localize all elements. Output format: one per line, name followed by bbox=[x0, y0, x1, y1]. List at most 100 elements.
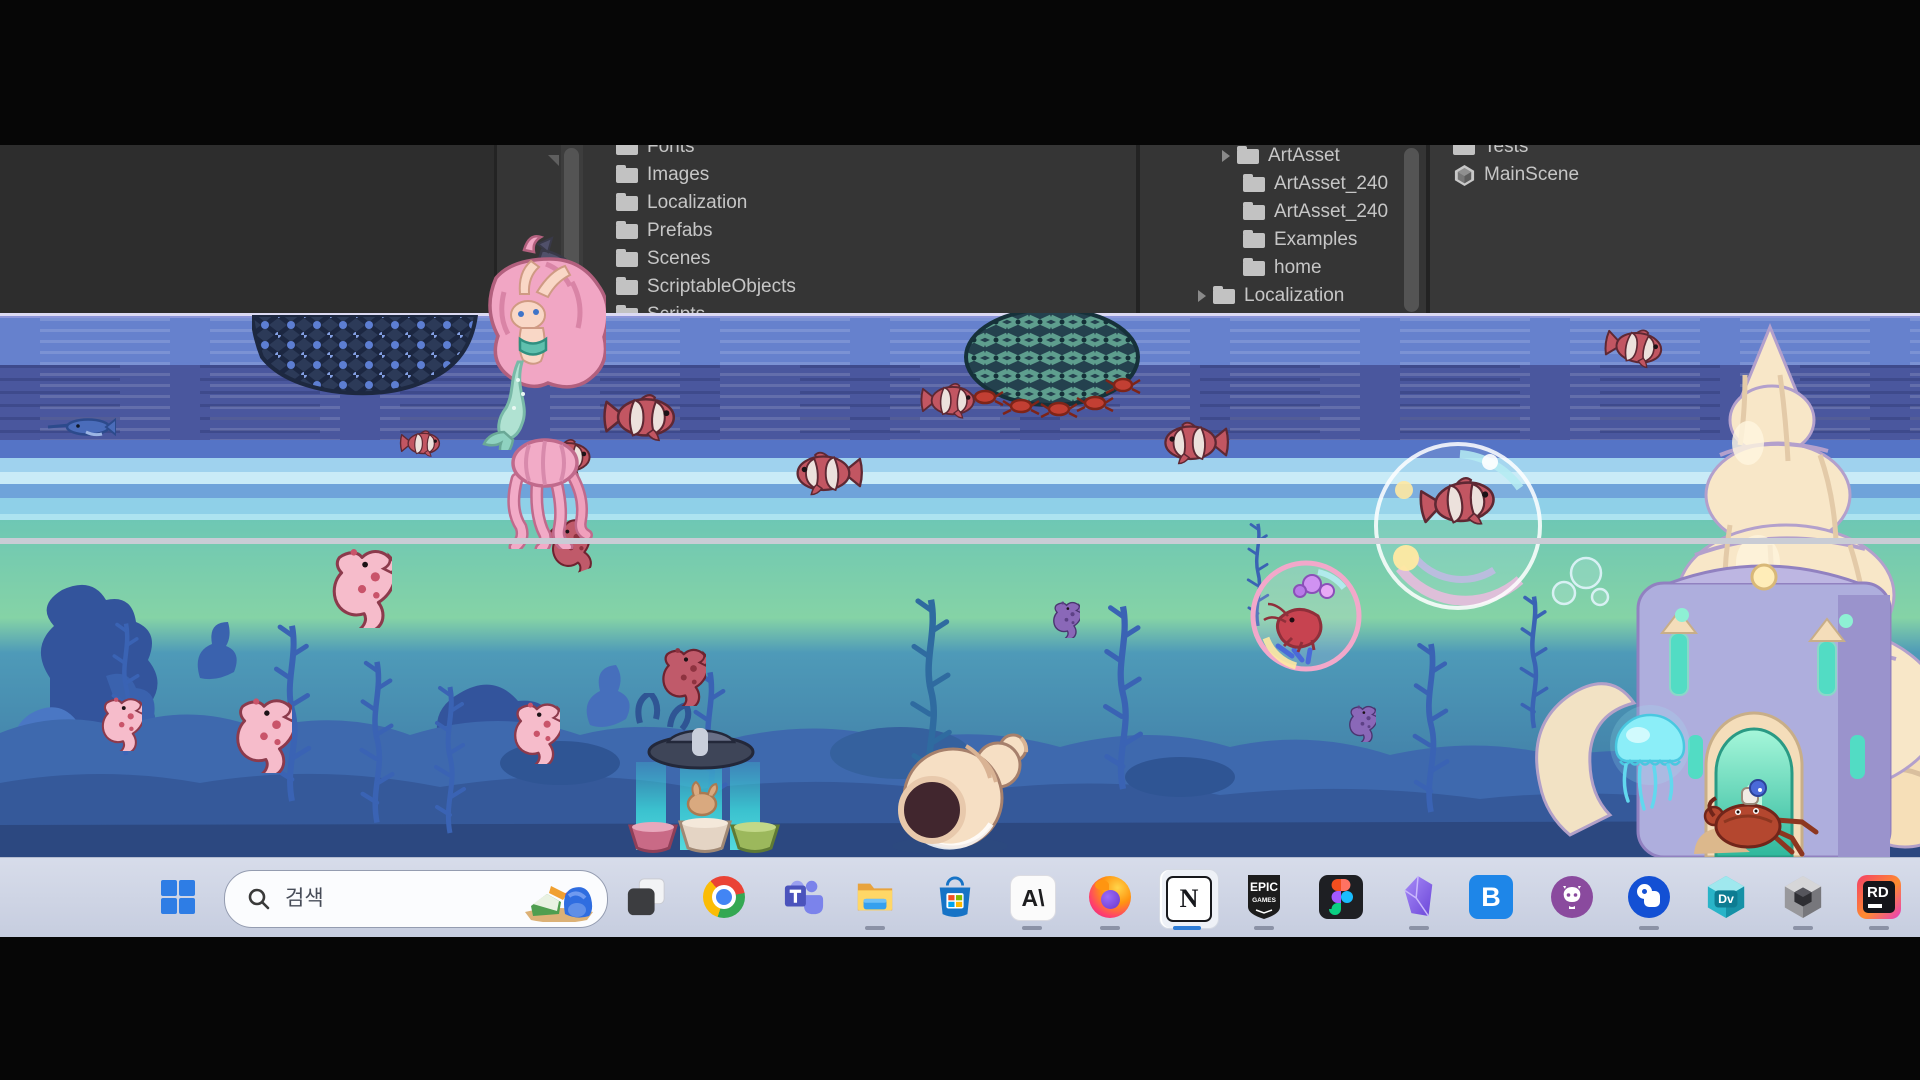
rider-icon: RD bbox=[1863, 881, 1895, 913]
folder-row-prefabs[interactable]: Prefabs bbox=[616, 217, 712, 245]
rider-button[interactable]: RD bbox=[1857, 875, 1901, 919]
chrome-button[interactable] bbox=[702, 875, 746, 919]
tree-label: Examples bbox=[1274, 229, 1357, 251]
task-view-icon bbox=[625, 876, 667, 918]
shell-castle[interactable] bbox=[1520, 315, 1920, 857]
blue-woven-basket[interactable] bbox=[252, 315, 482, 407]
folder-label: Localization bbox=[647, 192, 747, 214]
folder-icon bbox=[1243, 177, 1265, 192]
beam-lamp[interactable] bbox=[628, 726, 780, 857]
clownfish[interactable] bbox=[790, 448, 866, 497]
microsoft-store-button[interactable] bbox=[933, 875, 977, 919]
task-view-button[interactable] bbox=[624, 875, 668, 919]
pink-seahorse[interactable] bbox=[512, 694, 560, 764]
tree-row-examples[interactable]: Examples bbox=[1243, 226, 1357, 254]
pink-seahorse[interactable] bbox=[234, 688, 292, 773]
folder-row-images[interactable]: Images bbox=[616, 161, 709, 189]
folder-icon bbox=[1237, 149, 1259, 164]
tree-row-artasset240-1[interactable]: ArtAsset_240 bbox=[1243, 170, 1388, 198]
folder-icon bbox=[616, 168, 638, 183]
jellyfish[interactable] bbox=[1608, 705, 1692, 815]
tree-label: Localization bbox=[1244, 285, 1344, 307]
q-pin-icon bbox=[1628, 876, 1670, 918]
running-indicator-qpin bbox=[1639, 926, 1659, 930]
bubble-with-shrimp[interactable] bbox=[1248, 558, 1364, 674]
bing-daily-icon[interactable] bbox=[521, 876, 597, 922]
kelp bbox=[1408, 585, 1454, 855]
pink-seahorse[interactable] bbox=[330, 538, 392, 628]
kelp bbox=[430, 648, 470, 857]
running-indicator-unity bbox=[1793, 926, 1813, 930]
folder-row-scriptableobjects[interactable]: ScriptableObjects bbox=[616, 273, 796, 301]
unity-editor-window: Fonts Images Localization Prefabs Scenes… bbox=[0, 145, 1920, 317]
letterbox-bar-top bbox=[0, 0, 1920, 145]
epic-games-button[interactable]: EPIC GAMES bbox=[1242, 875, 1286, 919]
q-pin-app-button[interactable] bbox=[1627, 875, 1671, 919]
obsidian-icon bbox=[1400, 875, 1438, 919]
swordfish[interactable] bbox=[46, 414, 116, 440]
folder-icon bbox=[616, 224, 638, 239]
svg-text:Dv: Dv bbox=[1718, 892, 1734, 906]
clownfish[interactable] bbox=[600, 390, 682, 443]
folder-icon bbox=[616, 145, 638, 155]
tree-row-home[interactable]: home bbox=[1243, 254, 1322, 282]
teams-button[interactable] bbox=[782, 875, 826, 919]
unity-hub-button[interactable] bbox=[1781, 875, 1825, 919]
tree-row-localization[interactable]: Localization bbox=[1198, 282, 1344, 310]
firefox-icon bbox=[1089, 876, 1131, 918]
running-indicator-obsidian bbox=[1409, 926, 1429, 930]
claude-button[interactable]: A\ bbox=[1010, 875, 1056, 921]
folder-label: Prefabs bbox=[647, 220, 712, 242]
clownfish[interactable] bbox=[398, 428, 444, 458]
unity-scene-assets-panel: Tests MainScene bbox=[1430, 145, 1920, 317]
b-app-button[interactable]: B bbox=[1469, 875, 1513, 919]
figma-icon bbox=[1328, 879, 1354, 915]
purple-seahorse[interactable] bbox=[1052, 596, 1080, 638]
pink-octopus[interactable] bbox=[495, 437, 599, 549]
obsidian-button[interactable] bbox=[1397, 875, 1441, 919]
conch-shell[interactable] bbox=[878, 718, 1030, 856]
notion-icon: N bbox=[1166, 876, 1212, 922]
asset-label: Tests bbox=[1484, 145, 1528, 158]
figma-button[interactable] bbox=[1319, 875, 1363, 919]
kelp bbox=[355, 612, 399, 857]
tree-row-artasset240-2[interactable]: ArtAsset_240 bbox=[1243, 198, 1388, 226]
tree-row-artasset[interactable]: ArtAsset bbox=[1222, 145, 1340, 170]
mermaid-with-hook[interactable] bbox=[476, 222, 606, 450]
notion-button[interactable]: N bbox=[1159, 869, 1219, 929]
foldout-triangle-icon[interactable] bbox=[548, 155, 559, 166]
file-explorer-icon bbox=[854, 876, 896, 918]
asset-row-tests[interactable]: Tests bbox=[1453, 145, 1528, 161]
purple-seahorse[interactable] bbox=[1348, 700, 1376, 742]
aquarium-game-window[interactable] bbox=[0, 313, 1920, 857]
running-indicator-claude bbox=[1022, 926, 1042, 930]
folder-row-fonts[interactable]: Fonts bbox=[616, 145, 695, 161]
firefox-button[interactable] bbox=[1088, 875, 1132, 919]
scrollbar-thumb[interactable] bbox=[1404, 148, 1419, 312]
search-input[interactable] bbox=[283, 886, 497, 912]
crab-with-rider[interactable] bbox=[1690, 778, 1825, 857]
start-button[interactable] bbox=[156, 875, 200, 919]
folder-icon bbox=[1243, 261, 1265, 276]
teams-icon bbox=[783, 876, 825, 918]
running-indicator-epic bbox=[1254, 926, 1274, 930]
asset-row-mainscene[interactable]: MainScene bbox=[1453, 161, 1579, 189]
tree-label: ArtAsset_240 bbox=[1274, 173, 1388, 195]
green-woven-basket[interactable] bbox=[963, 313, 1143, 425]
chrome-icon bbox=[703, 876, 745, 918]
red-seahorse[interactable] bbox=[660, 640, 706, 706]
foldout-arrow-icon[interactable] bbox=[1198, 290, 1206, 302]
clownfish[interactable] bbox=[918, 380, 980, 420]
pink-seahorse[interactable] bbox=[100, 690, 142, 751]
clownfish[interactable] bbox=[1158, 418, 1232, 466]
file-explorer-button[interactable] bbox=[853, 875, 897, 919]
active-indicator-notion bbox=[1173, 926, 1201, 930]
davinci-resolve-button[interactable]: Dv bbox=[1704, 875, 1748, 919]
folder-row-localization[interactable]: Localization bbox=[616, 189, 747, 217]
taskbar-search-box[interactable] bbox=[224, 870, 608, 928]
folder-label: Images bbox=[647, 164, 709, 186]
folder-row-scenes[interactable]: Scenes bbox=[616, 245, 710, 273]
bunny-in-beam bbox=[688, 793, 716, 815]
github-desktop-button[interactable] bbox=[1550, 875, 1594, 919]
foldout-arrow-icon[interactable] bbox=[1222, 150, 1230, 162]
